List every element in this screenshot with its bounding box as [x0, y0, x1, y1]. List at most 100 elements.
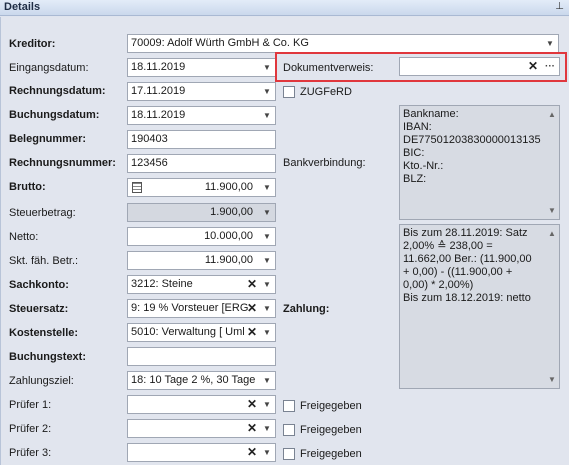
pin-icon[interactable]: ⊥	[555, 1, 564, 12]
bank-line: BIC:	[403, 147, 425, 159]
label-steuersatz: Steuersatz:	[9, 303, 69, 315]
chevron-down-icon[interactable]: ▼	[259, 372, 275, 389]
kreditor-value: 70009: Adolf Würth GmbH & Co. KG	[131, 37, 309, 49]
close-icon[interactable]: ✕	[246, 444, 258, 461]
close-icon[interactable]: ✕	[246, 396, 258, 413]
label-freigegeben-1: Freigegeben	[300, 400, 362, 412]
zahlung-memo[interactable]: Bis zum 28.11.2019: Satz 2,00% ≙ 238,00 …	[399, 224, 560, 389]
freigegeben-1-checkbox[interactable]	[283, 400, 295, 412]
zahlungsziel-combo[interactable]: 18: 10 Tage 2 %, 30 Tage ▼	[127, 371, 276, 390]
zugferd-checkbox[interactable]	[283, 86, 295, 98]
scroll-up-icon[interactable]: ▲	[548, 108, 556, 121]
netto-value: 10.000,00	[204, 230, 253, 242]
belegnummer-input[interactable]: 190403	[127, 130, 276, 149]
freigegeben-2-checkbox[interactable]	[283, 424, 295, 436]
label-sachkonto: Sachkonto:	[9, 279, 69, 291]
label-rechnungsnummer: Rechnungsnummer:	[9, 157, 116, 169]
zahlung-line: 0,00) * 2,00%)	[403, 279, 474, 291]
sachkonto-combo[interactable]: 3212: Steine ✕ ▼	[127, 275, 276, 294]
zahlung-line: Bis zum 18.12.2019: netto	[403, 292, 531, 304]
label-skt: Skt. fäh. Betr.:	[9, 255, 79, 267]
label-buchungsdatum: Buchungsdatum:	[9, 109, 100, 121]
chevron-down-icon[interactable]: ▼	[259, 324, 275, 341]
label-bankverbindung: Bankverbindung:	[283, 157, 366, 169]
close-icon[interactable]: ✕	[246, 324, 258, 341]
chevron-down-icon[interactable]: ▼	[259, 83, 275, 100]
label-netto: Netto:	[9, 231, 39, 243]
chevron-down-icon[interactable]: ▼	[259, 420, 275, 437]
label-zahlungsziel: Zahlungsziel:	[9, 375, 74, 387]
panel-title: Details	[4, 1, 41, 13]
pruefer-2-combo[interactable]: ✕ ▼	[127, 419, 276, 438]
bank-line: Bankname:	[403, 108, 459, 120]
close-icon[interactable]: ✕	[246, 276, 258, 293]
steuerbetrag-value: 1.900,00	[210, 206, 253, 218]
kostenstelle-combo[interactable]: 5010: Verwaltung [ Uml ✕ ▼	[127, 323, 276, 342]
chevron-down-icon[interactable]: ▼	[259, 179, 275, 196]
highlight-box	[275, 52, 567, 82]
eingangsdatum-field[interactable]: 18.11.2019 ▼	[127, 58, 276, 77]
scroll-up-icon[interactable]: ▲	[548, 227, 556, 240]
bank-line: DE77501203830000013135	[403, 134, 541, 146]
zahlungsziel-value: 18: 10 Tage 2 %, 30 Tage	[131, 374, 256, 386]
chevron-down-icon[interactable]: ▼	[259, 444, 275, 461]
chevron-down-icon[interactable]: ▼	[259, 228, 275, 245]
chevron-down-icon[interactable]: ▼	[259, 396, 275, 413]
buchungstext-input[interactable]	[127, 347, 276, 366]
zahlung-line: 2,00% ≙ 238,00 =	[403, 240, 493, 252]
details-title-bar: Details ⊥	[0, 0, 569, 16]
rechnungsnummer-input[interactable]: 123456	[127, 154, 276, 173]
freigegeben-3-checkbox[interactable]	[283, 448, 295, 460]
chevron-down-icon[interactable]: ▼	[259, 252, 275, 269]
calculator-icon[interactable]	[132, 182, 142, 193]
netto-input[interactable]: 10.000,00 ▼	[127, 227, 276, 246]
buchungsdatum-value: 18.11.2019	[131, 109, 186, 121]
rechnungsdatum-field[interactable]: 17.11.2019 ▼	[127, 82, 276, 101]
label-belegnummer: Belegnummer:	[9, 133, 87, 145]
pruefer-1-combo[interactable]: ✕ ▼	[127, 395, 276, 414]
bank-line: BLZ:	[403, 173, 427, 185]
label-pruefer-1: Prüfer 1:	[9, 399, 52, 411]
close-icon[interactable]: ✕	[246, 300, 258, 317]
bank-line: Kto.-Nr.:	[403, 160, 444, 172]
label-rechnungsdatum: Rechnungsdatum:	[9, 85, 106, 97]
scroll-down-icon[interactable]: ▼	[548, 204, 556, 217]
chevron-down-icon[interactable]: ▼	[259, 107, 275, 124]
rechnungsnummer-value: 123456	[131, 157, 168, 169]
chevron-down-icon[interactable]: ▼	[259, 276, 275, 293]
kreditor-combo[interactable]: 70009: Adolf Würth GmbH & Co. KG ▼	[127, 34, 559, 53]
label-eingangsdatum: Eingangsdatum:	[9, 62, 89, 74]
brutto-value: 11.900,00	[204, 181, 253, 193]
label-steuerbetrag: Steuerbetrag:	[9, 207, 76, 219]
scrollbar[interactable]: ▲ ▼	[546, 106, 559, 219]
bankverbindung-memo[interactable]: Bankname: IBAN: DE77501203830000013135 B…	[399, 105, 560, 220]
skt-input[interactable]: 11.900,00 ▼	[127, 251, 276, 270]
steuerbetrag-field: 1.900,00 ▼	[127, 203, 276, 222]
label-pruefer-3: Prüfer 3:	[9, 447, 52, 459]
label-freigegeben-3: Freigegeben	[300, 448, 362, 460]
pruefer-3-combo[interactable]: ✕ ▼	[127, 443, 276, 462]
zahlung-line: + 0,00) - ((11.900,00 +	[403, 266, 513, 278]
chevron-down-icon[interactable]: ▼	[259, 59, 275, 76]
brutto-input[interactable]: 11.900,00 ▼	[127, 178, 276, 197]
chevron-down-icon: ▼	[263, 208, 271, 217]
label-pruefer-2: Prüfer 2:	[9, 423, 52, 435]
zahlung-line: Bis zum 28.11.2019: Satz	[403, 227, 528, 239]
label-buchungstext: Buchungstext:	[9, 351, 86, 363]
label-freigegeben-2: Freigegeben	[300, 424, 362, 436]
steuersatz-combo[interactable]: 9: 19 % Vorsteuer [ERG ✕ ▼	[127, 299, 276, 318]
chevron-down-icon[interactable]: ▼	[259, 300, 275, 317]
steuersatz-value: 9: 19 % Vorsteuer [ERG	[131, 302, 249, 314]
belegnummer-value: 190403	[131, 133, 168, 145]
zahlung-line: 11.662,00 Ber.: (11.900,00	[403, 253, 532, 265]
label-kostenstelle: Kostenstelle:	[9, 327, 79, 339]
close-icon[interactable]: ✕	[246, 420, 258, 437]
buchungsdatum-field[interactable]: 18.11.2019 ▼	[127, 106, 276, 125]
bank-line: IBAN:	[403, 121, 432, 133]
label-zugferd: ZUGFeRD	[300, 86, 352, 98]
scrollbar[interactable]: ▲ ▼	[546, 225, 559, 388]
scroll-down-icon[interactable]: ▼	[548, 373, 556, 386]
label-kreditor: Kreditor:	[9, 38, 56, 50]
skt-value: 11.900,00	[204, 254, 253, 266]
chevron-down-icon[interactable]: ▼	[542, 35, 558, 52]
